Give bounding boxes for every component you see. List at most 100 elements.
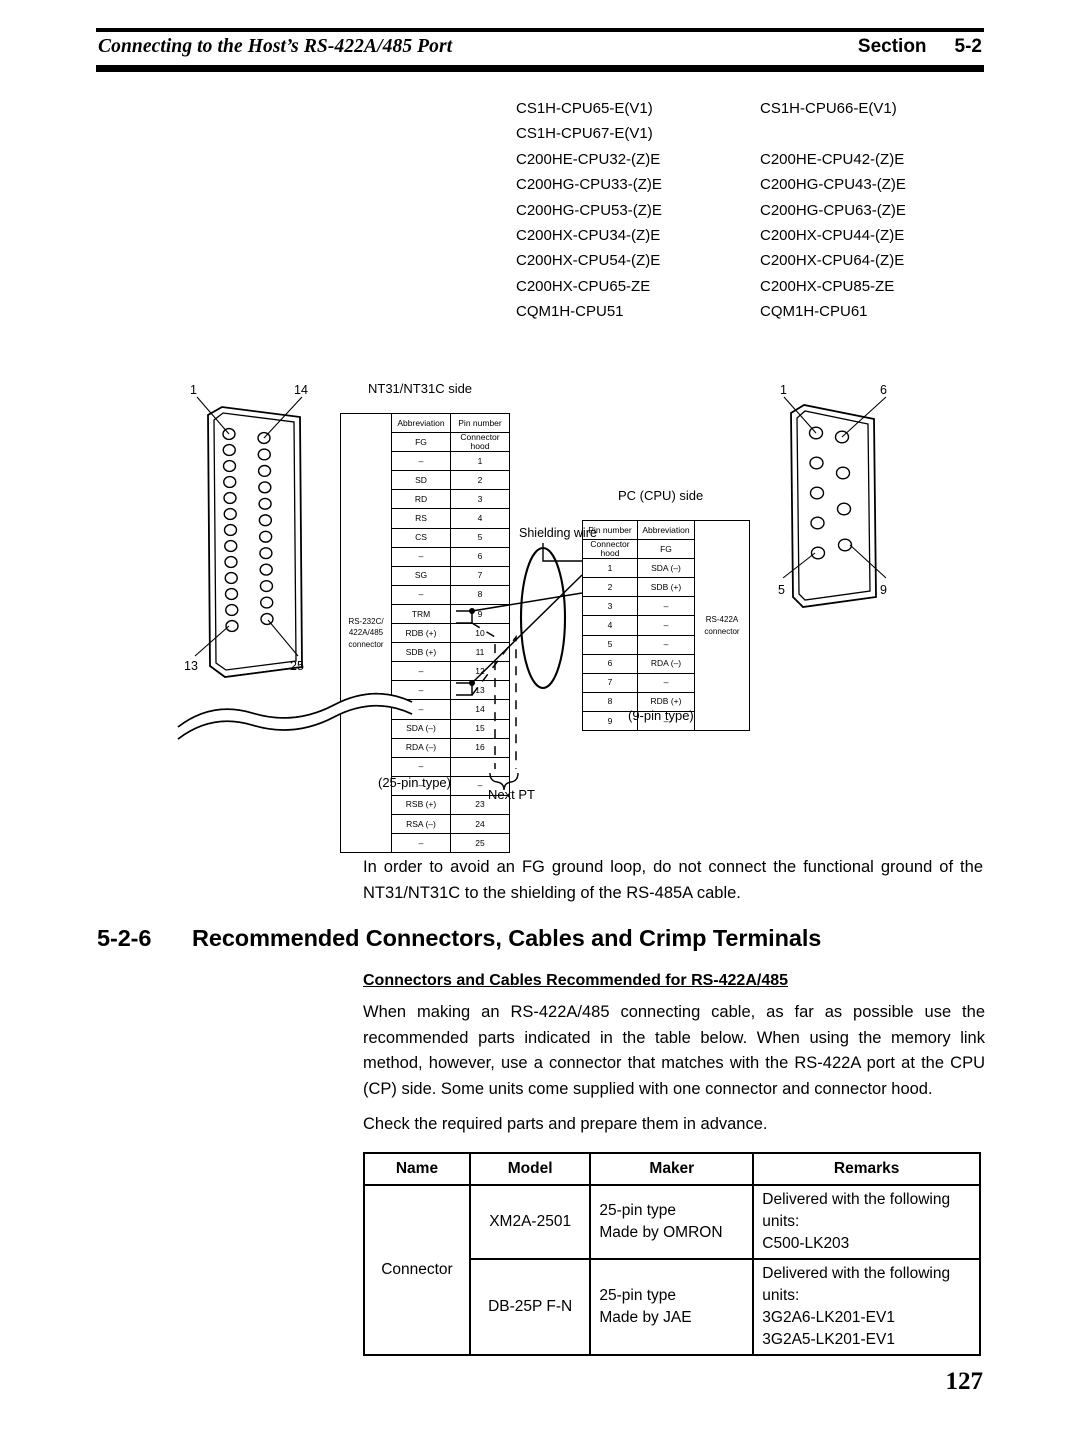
parts-maker-cell: 25-pin type Made by OMRON	[589, 1184, 755, 1260]
header-section-number: 5-2	[954, 36, 982, 57]
parts-model-cell: DB-25P F-N	[468, 1258, 592, 1356]
parts-maker-cell: 25-pin type Made by JAE	[589, 1258, 755, 1356]
dsub25-pin-hole	[225, 603, 239, 617]
cpu-model-row: C200HG-CPU33-(Z)E C200HG-CPU43-(Z)E	[516, 172, 986, 197]
dsub9-pin-hole	[809, 486, 825, 500]
dsub25-pin-hole	[260, 596, 274, 609]
dsub25-pin-hole	[260, 612, 274, 626]
cpu-model-left: C200HG-CPU53-(Z)E	[516, 201, 662, 219]
recommended-parts-table: Name Model Maker Remarks Connector XM2A-2…	[363, 1152, 981, 1356]
parts-remarks-line: 3G2A6-LK201-EV1	[762, 1309, 895, 1326]
col-header-model: Model	[468, 1152, 592, 1186]
cpu-model-right: C200HG-CPU63-(Z)E	[760, 201, 906, 219]
dsub25-pin-hole	[257, 464, 272, 478]
cpu-model-right: C200HE-CPU42-(Z)E	[760, 150, 905, 168]
dsub25-pin-hole	[259, 563, 273, 576]
connection-diagram: 1 14 13 25 1 6 5 9 NT31/NT31C side PC (C…	[150, 375, 980, 854]
fg-ground-loop-note: In order to avoid an FG ground loop, do …	[363, 858, 983, 902]
parts-remarks-line: Delivered with the following units:	[762, 1191, 951, 1230]
cpu-model-right: CQM1H-CPU61	[760, 303, 868, 321]
dsub9-pin-hole	[836, 502, 852, 516]
dsub9-pin-hole	[810, 516, 825, 530]
table-row: Connector XM2A-2501 25-pin type Made by OMR…	[363, 1184, 981, 1356]
cpu-model-left: C200HG-CPU33-(Z)E	[516, 176, 662, 194]
dsub25-pin-hole	[259, 579, 274, 593]
parts-remarks-line: Delivered with the following units:	[762, 1265, 951, 1304]
dsub25-pin-hole	[225, 619, 239, 633]
parts-remarks-cell: Delivered with the following units: 3G2A6…	[752, 1258, 981, 1356]
cpu-model-left: CS1H-CPU67-E(V1)	[516, 125, 653, 143]
dsub25-pin-hole	[224, 555, 238, 569]
col-header-remarks: Remarks	[752, 1152, 981, 1186]
cpu-model-right: C200HX-CPU64-(Z)E	[760, 252, 905, 270]
dsub25-pin-hole	[223, 475, 237, 489]
dsub25-pin-hole	[222, 443, 236, 457]
cpu-model-right: CS1H-CPU66-E(V1)	[760, 100, 897, 117]
body-paragraph-2: Check the required parts and prepare the…	[363, 1115, 768, 1133]
nt31-pin-number-cell: 24	[450, 813, 510, 835]
parts-maker-line: 25-pin type	[599, 1287, 677, 1304]
section-heading-number: 5-2-6	[97, 925, 152, 951]
cpu-model-row: CS1H-CPU65-E(V1) CS1H-CPU66-E(V1)	[516, 96, 986, 121]
header-title: Connecting to the Host’s RS-422A/485 Por…	[98, 36, 453, 57]
dsub9-pin-hole	[837, 538, 853, 552]
cpu-model-right	[760, 121, 986, 146]
parts-maker-line: 25-pin type	[599, 1202, 677, 1219]
dsub9-pin-hole	[809, 456, 824, 470]
cpu-model-list: CS1H-CPU65-E(V1) CS1H-CPU66-E(V1) CS1H-CPU…	[516, 96, 986, 325]
dsub9-pin-hole	[810, 546, 826, 560]
dsub25-pin-hole	[258, 530, 273, 543]
section-heading: 5-2-6 Recommended Connectors, Cables and …	[97, 925, 987, 952]
dsub25-pin-hole	[224, 587, 239, 601]
cpu-model-left: C200HE-CPU32-(Z)E	[516, 150, 661, 168]
dsub25-pin-hole	[258, 514, 273, 527]
header-section-label: Section	[857, 36, 927, 57]
nt31-abbreviation-cell: –	[391, 833, 451, 854]
cpu-model-row: CS1H-CPU67-E(V1)	[516, 121, 986, 146]
nt31-abbreviation-cell: RSA (–)	[391, 813, 451, 835]
dsub9-pin-hole	[835, 466, 851, 480]
cpu-model-row: C200HX-CPU34-(Z)E C200HX-CPU44-(Z)E	[516, 223, 986, 248]
dsub25-pin-hole	[222, 459, 237, 473]
page-header: Connecting to the Host’s RS-422A/485 Por…	[96, 28, 984, 72]
parts-remarks-line: C500-LK203	[762, 1235, 850, 1252]
page-canvas: Connecting to the Host’s RS-422A/485 Por…	[0, 0, 1080, 1435]
cpu-model-row: C200HG-CPU53-(Z)E C200HG-CPU63-(Z)E	[516, 198, 986, 223]
cpu-model-left: CQM1H-CPU51	[516, 303, 624, 321]
col-header-maker: Maker	[589, 1152, 755, 1186]
parts-remarks-cell: Delivered with the following units: C500-…	[752, 1184, 981, 1260]
cpu-model-row: C200HX-CPU54-(Z)E C200HX-CPU64-(Z)E	[516, 248, 986, 273]
cpu-model-left: C200HX-CPU54-(Z)E	[516, 252, 661, 270]
dsub25-pin-hole	[223, 507, 237, 521]
parts-remarks-line: 3G2A5-LK201-EV1	[762, 1331, 895, 1348]
cpu-model-row: C200HE-CPU32-(Z)E C200HE-CPU42-(Z)E	[516, 147, 986, 172]
col-header-name: Name	[363, 1152, 471, 1186]
dsub25-pin-hole	[259, 547, 273, 560]
cpu-model-right: C200HG-CPU43-(Z)E	[760, 176, 906, 194]
cpu-model-left: C200HX-CPU34-(Z)E	[516, 227, 661, 245]
body-paragraph-1: When making an RS-422A/485 connecting ca…	[363, 1003, 985, 1098]
table-header-row: Name Model Maker Remarks	[363, 1152, 981, 1186]
parts-model-cell: XM2A-2501	[468, 1184, 592, 1260]
subheading: Connectors and Cables Recommended for RS…	[363, 972, 789, 989]
section-heading-text: Recommended Connectors, Cables and Crimp…	[192, 925, 822, 951]
diagram-vector-overlay	[177, 396, 887, 791]
cpu-model-left: CS1H-CPU65-E(V1)	[516, 100, 653, 117]
parts-maker-line: Made by OMRON	[599, 1224, 723, 1241]
cpu-model-left: C200HX-CPU65-ZE	[516, 277, 651, 295]
parts-maker-line: Made by JAE	[599, 1309, 692, 1326]
header-rule-bottom	[96, 65, 984, 72]
dsub25-pin-hole	[223, 491, 237, 505]
dsub25-pin-hole	[224, 571, 238, 585]
parts-name-cell: Connector	[363, 1184, 471, 1356]
page-number: 127	[945, 1368, 984, 1395]
dsub25-pin-hole	[257, 448, 271, 461]
nt31-pin-number-cell: 25	[450, 833, 510, 854]
dsub25-pin-hole	[258, 481, 272, 494]
cpu-model-right: C200HX-CPU85-ZE	[760, 277, 895, 295]
cpu-model-right: C200HX-CPU44-(Z)E	[760, 227, 905, 245]
cpu-model-row: C200HX-CPU65-ZE C200HX-CPU85-ZE	[516, 274, 986, 299]
dsub25-pin-hole	[223, 523, 238, 537]
dsub25-pin-hole	[224, 539, 238, 553]
cpu-model-row: CQM1H-CPU51 CQM1H-CPU61	[516, 299, 986, 324]
